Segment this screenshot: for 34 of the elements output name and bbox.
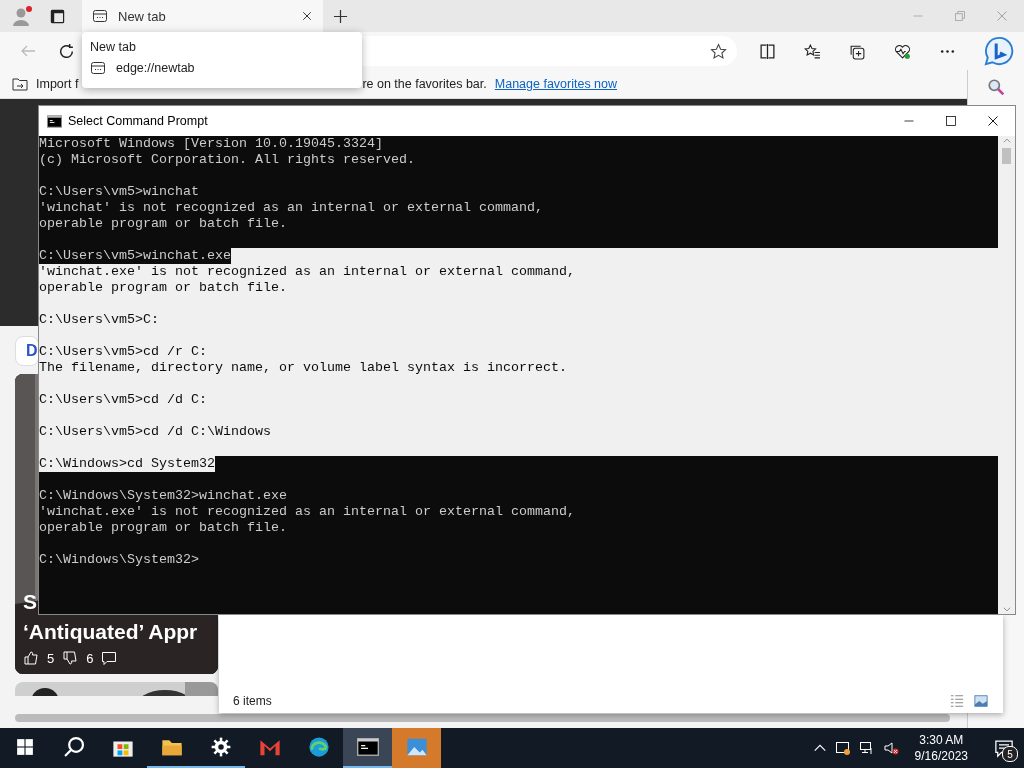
status-text: 6 items [233,694,272,708]
page-button[interactable]: D [15,336,39,366]
console-line: 'winchat.exe' is not recognized as an internal or external command, [39,504,575,520]
manage-favorites-link[interactable]: Manage favorites now [494,77,618,91]
console-line: C:\Windows\System32> [39,552,199,568]
console-line: C:\Users\vm5>C: [39,312,159,328]
headline-text: ‘Antiquated’ Appr [23,620,199,644]
console-line: C:\Users\vm5>cd /d C: [39,392,207,408]
console-line: 'winchat' is not recognized as an internal or external command, [39,200,543,216]
console-line: operable program or batch file. [39,280,287,296]
console-line: C:\Users\vm5>cd /d C:\Windows [39,424,271,440]
notification-count: 5 [1002,746,1018,762]
like-count: 5 [47,650,55,666]
dislike-count: 6 [86,650,94,666]
console-line: The filename, directory name, or volume label syntax is incorrect. [39,360,567,376]
console-line: C:\Windows\System32>winchat.exe [39,488,287,504]
headline-text: S [23,590,38,614]
time-text: 3:30 AM [919,732,964,748]
console-line: C:\Users\vm5>winchat.exe [39,248,231,264]
console-line: C:\Users\vm5>cd /r C: [39,344,207,360]
favorites-bar-text: re on the favorites bar. [362,77,487,91]
console-line: C:\Users\vm5>winchat [39,184,199,200]
console-line: operable program or batch file. [39,520,287,536]
window-title: Select Command Prompt [68,114,208,128]
date-text: 9/16/2023 [914,748,968,764]
console-line: 'winchat.exe' is not recognized as an internal or external command, [39,264,575,280]
browser-tab[interactable]: New tab [82,0,323,32]
console-line: Microsoft Windows [Version 10.0.19045.3324] [39,136,383,152]
console-line: (c) Microsoft Corporation. All rights reserved. [39,152,415,168]
tooltip-url: edge://newtab [116,61,195,75]
clock[interactable]: 3:30 AM 9/16/2023 [906,732,976,764]
tooltip-title: New tab [90,40,137,54]
favorites-bar-text: Import f [36,77,79,91]
console-line: operable program or batch file. [39,216,287,232]
